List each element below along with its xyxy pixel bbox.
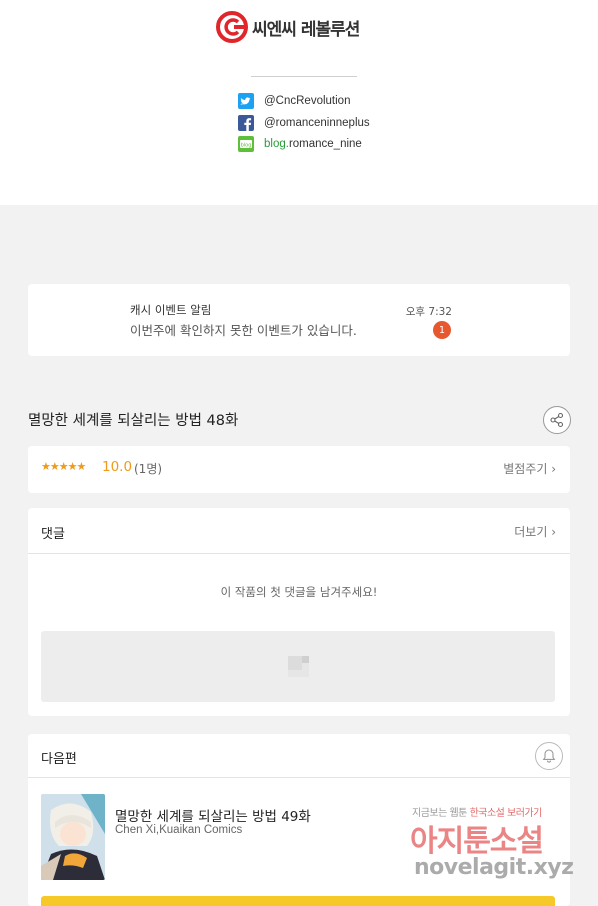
notification-badge: 1 <box>433 321 451 339</box>
next-episode-label: 다음편 <box>41 752 77 767</box>
blog-address: blog.romance_nine <box>264 138 362 150</box>
episode-title: 멸망한 세계를 되살리는 방법 48화 <box>28 413 239 429</box>
comments-empty-message: 이 작품의 첫 댓글을 남겨주세요! <box>220 585 378 599</box>
next-episode-header: 다음편 <box>28 734 570 778</box>
rating-count: (1명) <box>134 462 163 476</box>
comment-input-box[interactable] <box>41 631 555 702</box>
next-episode-authors: Chen Xi,Kuaikan Comics <box>115 824 243 836</box>
next-episode-title[interactable]: 멸망한 세계를 되살리는 방법 49화 <box>115 805 311 825</box>
share-button[interactable] <box>543 406 571 434</box>
logo-text: 씨엔씨 레볼루션 <box>252 19 360 40</box>
twitter-handle: @CncRevolution <box>264 95 351 107</box>
facebook-handle: @romanceninneplus <box>264 117 370 129</box>
bell-icon <box>542 749 556 763</box>
notification-time: 오후 7:32 <box>405 306 452 318</box>
facebook-icon <box>238 115 254 131</box>
comments-title: 댓글 <box>41 527 65 542</box>
notify-button[interactable] <box>535 742 563 770</box>
divider <box>251 76 357 77</box>
blog-name: romance_nine <box>288 138 362 150</box>
next-episode-thumbnail[interactable] <box>41 794 105 880</box>
comments-more-link[interactable]: 더보기 › <box>514 523 556 540</box>
blog-prefix: blog. <box>264 138 289 150</box>
rating-score: 10.0 <box>102 459 133 475</box>
next-episode-card: 다음편 멸망한 세계를 되살리는 방법 49화 Chen Xi,Kuaikan … <box>28 734 570 906</box>
comments-header: 댓글 더보기 › <box>28 508 570 554</box>
svg-text:blog: blog <box>241 143 252 149</box>
blog-link[interactable]: blog blog.romance_nine <box>238 135 362 153</box>
rating-card: ★★★★★ 10.0 (1명) 별점주기 › <box>28 446 570 493</box>
notification-title: 캐시 이벤트 알림 <box>130 303 212 317</box>
next-episode-cta-button[interactable] <box>41 896 555 906</box>
facebook-link[interactable]: @romanceninneplus <box>238 114 370 132</box>
twitter-link[interactable]: @CncRevolution <box>238 92 350 110</box>
credits-section: 씨엔씨 레볼루션 @CncRevolution @romanceninneplu… <box>0 0 598 205</box>
rate-button[interactable]: 별점주기 › <box>503 460 556 477</box>
star-rating-icon: ★★★★★ <box>41 460 86 473</box>
cnc-logo-icon <box>216 11 248 43</box>
event-notification-card[interactable]: 캐시 이벤트 알림 이번주에 확인하지 못한 이벤트가 있습니다. 오후 7:3… <box>28 284 570 356</box>
write-comment-icon <box>288 656 309 677</box>
twitter-icon <box>238 93 254 109</box>
publisher-logo: 씨엔씨 레볼루션 <box>216 10 360 44</box>
notification-message: 이번주에 확인하지 못한 이벤트가 있습니다. <box>130 323 357 338</box>
comments-card: 댓글 더보기 › 이 작품의 첫 댓글을 남겨주세요! <box>28 508 570 716</box>
share-icon <box>550 412 564 428</box>
blog-icon: blog <box>238 136 254 152</box>
